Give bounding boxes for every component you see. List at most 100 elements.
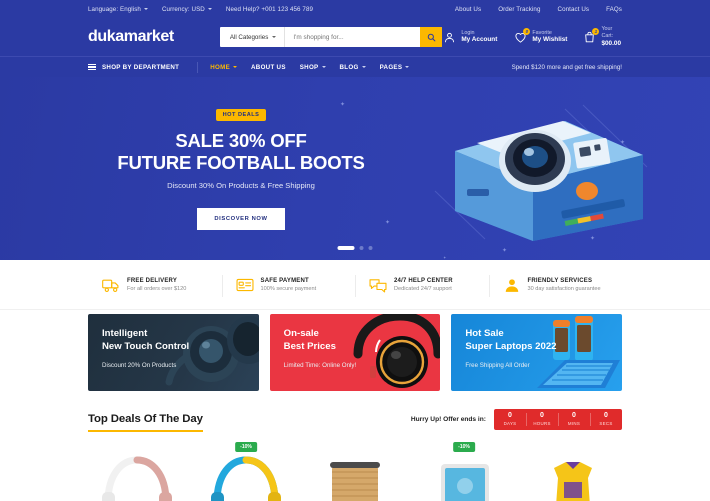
nav-link-pages-label: PAGES: [379, 63, 403, 71]
product-card[interactable]: -10%: [197, 442, 295, 501]
currency-label: Currency: USD: [161, 5, 205, 13]
promo-sub: Discount 20% On Products: [102, 362, 177, 370]
promo-card-best-prices[interactable]: On-sale Best Prices Limited Time: Online…: [269, 314, 441, 391]
instant-camera-illustration: [434, 104, 648, 241]
cart-count-badge: 1: [592, 28, 600, 35]
wishlist-text: Favorite My Wishlist: [532, 30, 567, 45]
chevron-down-icon: [143, 8, 148, 10]
chevron-down-icon: [272, 36, 277, 38]
hero-banner: ✦ ✦ ✦ ✦ ✦ ✦ HOT DEALS SALE 30% OFF FUTUR…: [0, 77, 710, 260]
topbar-link-order-tracking[interactable]: Order Tracking: [498, 6, 540, 13]
tablet-device: [441, 464, 489, 501]
nav-link-pages[interactable]: PAGES: [380, 64, 410, 71]
main-navigation: SHOP BY DEPARTMENT HOME ABOUT US SHOP BL…: [0, 56, 710, 77]
hero-text-block: HOT DEALS SALE 30% OFF FUTURE FOOTBALL B…: [106, 107, 376, 231]
promo-card-row: Intelligent New Touch Control Discount 2…: [0, 310, 710, 391]
nav-link-shop-label: SHOP: [299, 63, 319, 71]
hamburger-icon: [88, 63, 96, 71]
slider-dot-3[interactable]: [368, 246, 373, 250]
account-button[interactable]: Login My Account: [442, 30, 497, 45]
nav-link-about-us[interactable]: ABOUT US: [251, 64, 286, 71]
site-logo[interactable]: dukamarket: [88, 28, 174, 46]
feature-free-delivery: FREE DELIVERY For all orders over $120: [88, 277, 222, 293]
category-dropdown-label: All Categories: [229, 33, 269, 41]
topbar-link-contact-us[interactable]: Contact Us: [558, 6, 590, 13]
wishlist-line2: My Wishlist: [532, 36, 568, 44]
features-strip: FREE DELIVERY For all orders over $120 S…: [0, 260, 710, 310]
promo-card-super-laptops[interactable]: Hot Sale Super Laptops 2022 Free Shippin…: [451, 314, 623, 391]
feature-safe-payment: SAFE PAYMENT 100% secure payment: [221, 274, 356, 297]
nav-link-about-us-label: ABOUT US: [251, 63, 286, 71]
hero-inner: HOT DEALS SALE 30% OFF FUTURE FOOTBALL B…: [0, 77, 710, 260]
feature-title: FREE DELIVERY: [127, 277, 178, 284]
account-line2: My Account: [461, 36, 498, 44]
nav-link-home-label: HOME: [210, 63, 231, 71]
countdown-days-unit: DAYS: [503, 421, 517, 426]
nav-links: HOME ABOUT US SHOP BLOG PAGES: [210, 63, 410, 71]
countdown-days-value: 0: [508, 412, 512, 419]
feature-desc: 30 day satisfaction guarantee: [527, 285, 601, 292]
promo-card-touch-control[interactable]: Intelligent New Touch Control Discount 2…: [88, 314, 259, 391]
feature-desc: Dedicated 24/7 support: [394, 285, 452, 292]
search-icon: [427, 33, 436, 41]
countdown-secs-unit: SECS: [599, 421, 613, 426]
countdown-mins: 0 MINS: [558, 409, 590, 430]
nav-link-blog[interactable]: BLOG: [340, 64, 366, 71]
countdown-mins-value: 0: [572, 412, 576, 419]
wishlist-button[interactable]: 0 Favorite My Wishlist: [513, 28, 567, 45]
hero-badge: HOT DEALS: [215, 108, 267, 121]
feature-help-center: 24/7 HELP CENTER Dedicated 24/7 support: [355, 274, 489, 297]
storefront-homepage: Language: English Currency: USD Need Hel…: [0, 0, 710, 501]
nav-link-blog-label: BLOG: [339, 63, 359, 71]
promo-line1: Hot Sale: [465, 328, 504, 339]
language-selector[interactable]: Language: English: [88, 6, 148, 13]
site-header: dukamarket All Categories I'm shopping f…: [0, 18, 710, 56]
delivery-truck-icon: [102, 279, 119, 292]
chevron-down-icon: [405, 66, 410, 68]
topbar-link-faqs[interactable]: FAQs: [606, 6, 622, 13]
countdown-hours-value: 0: [540, 412, 544, 419]
department-label: SHOP BY DEPARTMENT: [102, 63, 180, 71]
slider-dot-2[interactable]: [359, 246, 364, 250]
wishlist-line1: Favorite: [532, 29, 552, 36]
wicker-basket-bag: [330, 462, 380, 501]
search-bar: All Categories: [219, 27, 443, 47]
topbar-link-about-us[interactable]: About Us: [455, 6, 481, 13]
feature-title: SAFE PAYMENT: [260, 277, 309, 284]
discover-now-button[interactable]: DISCOVER NOW: [197, 208, 285, 231]
product-card[interactable]: [306, 442, 404, 501]
hero-title-line1: SALE 30% OFF: [175, 129, 307, 151]
nav-link-home[interactable]: HOME: [210, 63, 238, 71]
wishlist-count-badge: 0: [523, 28, 531, 35]
feature-title: 24/7 HELP CENTER: [394, 277, 453, 284]
search-input[interactable]: [285, 27, 421, 47]
language-label: Language: English: [88, 5, 141, 13]
promo-line1: On-sale: [283, 328, 319, 339]
account-line1: Login: [461, 29, 475, 36]
hero-slider-pagination: [337, 246, 373, 250]
slider-dot-1[interactable]: [337, 246, 355, 250]
sparkle-icon: ✦: [502, 248, 508, 254]
feature-text: SAFE PAYMENT 100% secure payment: [261, 278, 317, 292]
product-card[interactable]: [524, 442, 622, 501]
help-phone[interactable]: Need Help? +001 123 456 789: [226, 6, 313, 13]
feature-title: FRIENDLY SERVICES: [527, 277, 593, 284]
feature-desc: For all orders over $120: [127, 285, 187, 292]
category-dropdown[interactable]: All Categories: [220, 27, 286, 47]
support-agent-icon: [505, 278, 518, 292]
account-text: Login My Account: [461, 30, 497, 45]
cart-button[interactable]: 1 Your Cart: $00.00: [583, 26, 622, 48]
product-card[interactable]: [88, 442, 186, 501]
cart-text: Your Cart: $00.00: [601, 26, 622, 48]
product-card[interactable]: -10%: [415, 442, 513, 501]
nav-link-shop[interactable]: SHOP: [300, 64, 326, 71]
discount-badge: -10%: [453, 442, 475, 452]
top-deals-header: Top Deals Of The Day Hurry Up! Offer end…: [0, 391, 710, 432]
countdown-hours-unit: HOURS: [533, 421, 551, 426]
search-button[interactable]: [420, 27, 443, 47]
shop-by-department-button[interactable]: SHOP BY DEPARTMENT: [88, 64, 179, 71]
cart-line2: $00.00: [601, 39, 621, 47]
countdown-days: 0 DAYS: [494, 409, 526, 430]
promo-line2: Super Laptops 2022: [465, 340, 557, 352]
currency-selector[interactable]: Currency: USD: [162, 6, 212, 13]
